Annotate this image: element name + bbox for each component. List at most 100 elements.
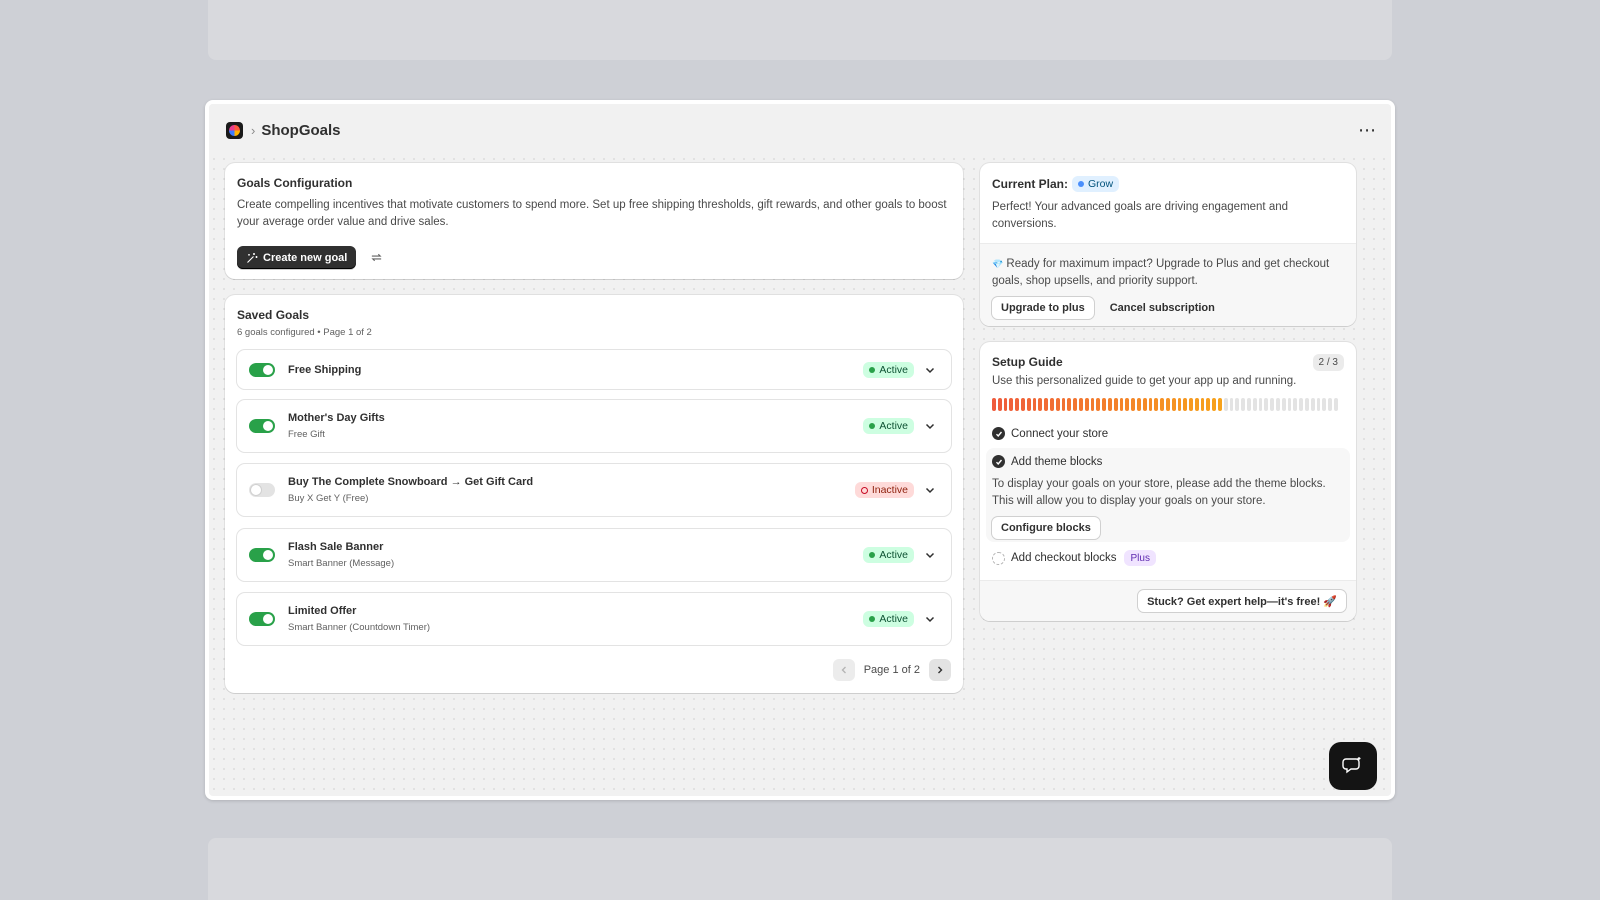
expert-help-button[interactable]: Stuck? Get expert help—it's free! 🚀 xyxy=(1138,590,1346,612)
progress-segment xyxy=(1078,398,1083,411)
goals-configuration-card: Goals Configuration Create compelling in… xyxy=(225,163,963,279)
progress-segment xyxy=(1044,398,1048,411)
status-badge: Active xyxy=(863,418,914,434)
config-title: Goals Configuration xyxy=(237,176,353,190)
cancel-subscription-button[interactable]: Cancel subscription xyxy=(1110,302,1215,314)
status-badge: Inactive xyxy=(854,482,914,498)
progress-segment xyxy=(1247,398,1251,411)
progress-segment xyxy=(1212,398,1217,411)
status-badge: Active xyxy=(863,611,914,627)
progress-segment xyxy=(1189,398,1193,411)
progress-segment xyxy=(1049,398,1054,411)
chevron-left-icon[interactable] xyxy=(832,659,855,681)
upsell-text: 💎 Ready for maximum impact? Upgrade to P… xyxy=(992,258,1330,287)
step-theme-blocks-expanded: Add theme blocks To display your goals o… xyxy=(986,448,1350,542)
progress-segment xyxy=(1299,398,1304,411)
progress-segment xyxy=(1241,398,1246,411)
create-new-goal-button[interactable]: Create new goal xyxy=(237,246,357,269)
progress-segment xyxy=(1287,398,1292,411)
goal-name: Buy The Complete Snowboard → Get Gift Ca… xyxy=(288,476,534,488)
progress-segment xyxy=(1252,398,1257,411)
step-connect-store[interactable]: Connect your store xyxy=(992,427,1108,440)
step-label: Add checkout blocks xyxy=(1011,552,1117,564)
progress-segment xyxy=(1061,398,1066,411)
checkmark-icon xyxy=(992,455,1005,468)
chevron-down-icon[interactable] xyxy=(923,483,937,497)
progress-segment xyxy=(1107,398,1112,411)
goal-type: Buy X Get Y (Free) xyxy=(288,493,369,504)
progress-segment xyxy=(1310,398,1315,411)
goal-toggle[interactable] xyxy=(249,419,275,433)
goal-name: Flash Sale Banner xyxy=(288,541,384,553)
step-theme-blocks[interactable]: Add theme blocks xyxy=(992,455,1344,468)
chevron-down-icon[interactable] xyxy=(923,612,937,626)
create-new-goal-label: Create new goal xyxy=(263,251,348,264)
progress-segment xyxy=(1223,398,1228,411)
app-frame: › ShopGoals ⋯ Goals Configuration Create… xyxy=(205,100,1395,800)
progress-segment xyxy=(1032,398,1037,411)
refresh-icon[interactable] xyxy=(370,251,383,264)
goal-name: Mother's Day Gifts xyxy=(288,412,385,424)
step-checkout-blocks[interactable]: Add checkout blocks Plus xyxy=(992,550,1156,566)
progress-segment xyxy=(1334,398,1338,411)
upgrade-button[interactable]: Upgrade to plus xyxy=(992,297,1094,319)
chevron-right-icon[interactable] xyxy=(929,659,951,681)
help-footer: Stuck? Get expert help—it's free! 🚀 xyxy=(980,580,1356,621)
progress-segment xyxy=(1200,398,1205,411)
progress-segment xyxy=(1229,398,1234,411)
setup-guide-card: Setup Guide 2 / 3 Use this personalized … xyxy=(980,342,1356,621)
goal-row[interactable]: Mother's Day Gifts Free Gift Active xyxy=(237,400,951,452)
progress-segment xyxy=(1177,398,1182,411)
progress-segment xyxy=(1131,398,1135,411)
progress-segment xyxy=(1322,398,1327,411)
checkmark-icon xyxy=(992,427,1005,440)
goal-toggle[interactable] xyxy=(249,483,275,497)
goal-type: Free Gift xyxy=(288,429,325,440)
breadcrumb-separator: › xyxy=(251,122,256,138)
progress-segment xyxy=(1102,398,1106,411)
progress-segment xyxy=(1055,398,1060,411)
progress-segment xyxy=(1067,398,1072,411)
chevron-down-icon[interactable] xyxy=(923,419,937,433)
goal-toggle[interactable] xyxy=(249,612,275,626)
more-actions-icon[interactable]: ⋯ xyxy=(1358,120,1377,141)
progress-segment xyxy=(1154,398,1159,411)
progress-segment xyxy=(1142,398,1147,411)
progress-segment xyxy=(992,398,996,411)
progress-segment xyxy=(1276,398,1280,411)
background-card-top xyxy=(208,0,1392,60)
saved-goals-title: Saved Goals xyxy=(237,308,310,322)
progress-segment xyxy=(1113,398,1118,411)
goal-row[interactable]: Free Shipping Active xyxy=(237,350,951,389)
progress-segment xyxy=(1270,398,1275,411)
progress-segment xyxy=(1183,398,1188,411)
goal-row[interactable]: Buy The Complete Snowboard → Get Gift Ca… xyxy=(237,464,951,516)
progress-segment xyxy=(1293,398,1298,411)
goal-toggle[interactable] xyxy=(249,362,275,377)
saved-goals-card: Saved Goals 6 goals configured • Page 1 … xyxy=(225,295,963,693)
configure-blocks-button[interactable]: Configure blocks xyxy=(992,517,1100,539)
progress-segment xyxy=(1235,398,1240,411)
chat-bubble-icon[interactable] xyxy=(1329,742,1377,790)
goal-toggle[interactable] xyxy=(249,548,275,562)
chevron-down-icon[interactable] xyxy=(923,548,937,562)
chevron-down-icon[interactable] xyxy=(923,363,937,377)
step-label: Add theme blocks xyxy=(1011,455,1103,468)
magic-sparkle-icon xyxy=(247,252,258,263)
goal-row[interactable]: Limited Offer Smart Banner (Countdown Ti… xyxy=(237,593,951,645)
goal-row[interactable]: Flash Sale Banner Smart Banner (Message)… xyxy=(237,529,951,581)
goal-type: Smart Banner (Message) xyxy=(288,558,395,569)
progress-segment xyxy=(1096,398,1101,411)
setup-guide-description: Use this personalized guide to get your … xyxy=(992,375,1297,387)
progress-segment xyxy=(1038,398,1043,411)
goal-type: Smart Banner (Countdown Timer) xyxy=(288,622,431,633)
setup-guide-title: Setup Guide xyxy=(992,355,1063,369)
progress-segment xyxy=(1148,398,1153,411)
plan-label: Current Plan: xyxy=(992,177,1069,191)
app-logo xyxy=(226,121,243,139)
progress-segment xyxy=(1009,398,1014,411)
title-bar: › ShopGoals ⋯ xyxy=(209,104,1391,156)
saved-goals-subtitle: 6 goals configured • Page 1 of 2 xyxy=(237,327,372,338)
progress-segment xyxy=(1073,398,1077,411)
progress-segment xyxy=(1171,398,1176,411)
